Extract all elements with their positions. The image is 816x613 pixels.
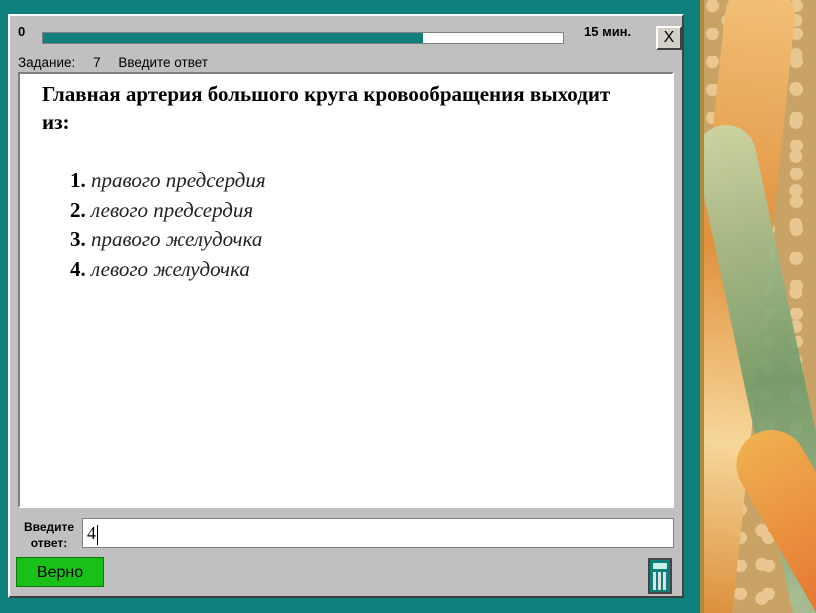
progress-start-label: 0 bbox=[18, 24, 26, 39]
task-number: 7 bbox=[93, 55, 101, 70]
option-number: 2. bbox=[70, 197, 86, 222]
test-window: 0 15 мин. X Задание: 7 Введите ответ Гла… bbox=[8, 14, 684, 598]
time-progress-fill bbox=[43, 33, 423, 43]
option-item: 4. левого желудочка bbox=[70, 255, 266, 285]
task-row: Задание: 7 Введите ответ bbox=[18, 55, 222, 70]
answer-value: 4 bbox=[87, 523, 96, 543]
close-button[interactable]: X bbox=[656, 26, 682, 50]
text-cursor bbox=[97, 524, 98, 545]
calculator-icon[interactable] bbox=[648, 558, 672, 594]
timer-label: 15 мин. bbox=[584, 24, 632, 39]
option-number: 3. bbox=[70, 227, 86, 251]
option-item: 1. правого предсердия bbox=[70, 166, 266, 196]
option-item: 2. левого предсердия bbox=[70, 196, 266, 226]
result-badge: Верно bbox=[16, 557, 104, 587]
option-item: 3. правого желудочка bbox=[70, 225, 266, 255]
decorative-background bbox=[700, 0, 816, 613]
answer-label: Введите ответ: bbox=[20, 519, 78, 551]
option-number: 4. bbox=[70, 256, 86, 281]
answer-label-line1: Введите bbox=[23, 520, 75, 534]
calculator-screen bbox=[653, 563, 667, 569]
option-text: правого желудочка bbox=[91, 227, 263, 251]
option-text: левого предсердия bbox=[91, 197, 254, 222]
question-text: Главная артерия большого круга кровообра… bbox=[42, 82, 611, 134]
option-number: 1. bbox=[70, 168, 86, 192]
answer-input[interactable]: 4 bbox=[82, 518, 674, 548]
task-label: Задание: bbox=[18, 55, 76, 70]
time-progress-bar bbox=[42, 32, 564, 44]
answer-label-line2: ответ: bbox=[30, 536, 68, 550]
question-panel: Главная артерия большого круга кровообра… bbox=[18, 72, 674, 508]
task-instruction: Введите ответ bbox=[118, 55, 208, 70]
calculator-keys bbox=[653, 572, 667, 590]
option-text: левого желудочка bbox=[91, 256, 250, 281]
option-text: правого предсердия bbox=[91, 168, 266, 192]
options-list: 1. правого предсердия 2. левого предсерд… bbox=[70, 166, 266, 284]
